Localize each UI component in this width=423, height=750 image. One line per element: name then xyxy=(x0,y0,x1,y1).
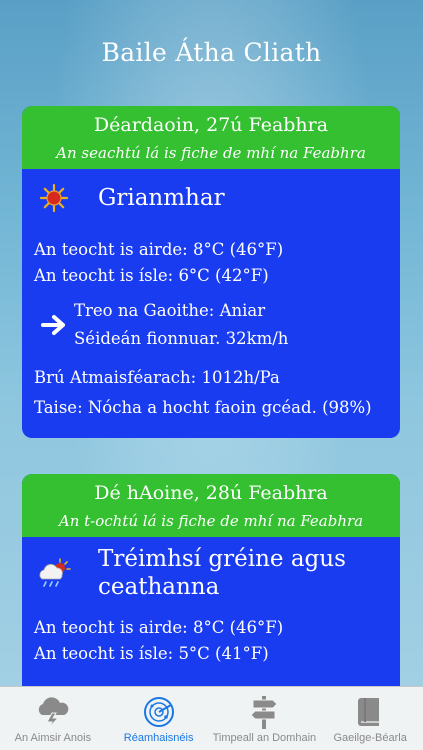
wind-speed: Séideán fionnuar. 32km/h xyxy=(74,329,289,348)
wind-row: Treo na Gaoithe: Aniar Séideán fionnuar.… xyxy=(34,297,388,353)
card-header: Déardaoin, 27ú Feabhra An seachtú lá is … xyxy=(22,106,400,169)
card-body: Grianmhar An teocht is airde: 8°C (46°F)… xyxy=(22,169,400,423)
storm-cloud-icon xyxy=(35,692,71,732)
tab-label: An Aimsir Anois xyxy=(14,732,92,744)
wind-info: Treo na Gaoithe: Aniar Séideán fionnuar.… xyxy=(74,297,288,353)
tab-current-weather[interactable]: An Aimsir Anois xyxy=(0,687,106,750)
forecast-card: Déardaoin, 27ú Feabhra An seachtú lá is … xyxy=(22,106,400,438)
card-date: Déardaoin, 27ú Feabhra xyxy=(93,114,329,136)
sun-cloud-rain-icon xyxy=(34,553,74,593)
temp-high: An teocht is airde: 8°C (46°F) xyxy=(34,240,284,259)
forecast-card: Dé hAoine, 28ú Feabhra An t-ochtú lá is … xyxy=(22,474,400,686)
book-icon xyxy=(356,692,384,732)
temp-low: An teocht is ísle: 6°C (42°F) xyxy=(34,266,269,285)
radar-icon xyxy=(142,692,176,732)
condition-text: Grianmhar xyxy=(98,185,225,211)
condition-line-1: Tréimhsí gréine agus xyxy=(98,546,346,572)
temp-low: An teocht is ísle: 5°C (41°F) xyxy=(34,644,269,663)
card-date-long: An seachtú lá is fiche de mhí na Feabhra xyxy=(56,144,366,162)
humidity: Taise: Nócha a hocht faoin gcéad. (98%) xyxy=(34,398,372,417)
page-title: Baile Átha Cliath xyxy=(101,38,322,67)
card-date: Dé hAoine, 28ú Feabhra xyxy=(94,482,328,504)
card-date-long: An t-ochtú lá is fiche de mhí na Feabhra xyxy=(58,512,364,530)
tab-forecast[interactable]: Réamhaisnéis xyxy=(106,687,212,750)
forecast-scroll[interactable]: Déardaoin, 27ú Feabhra An seachtú lá is … xyxy=(0,85,423,686)
condition-text: Tréimhsí gréine agus ceathanna xyxy=(98,545,346,601)
tab-label: Timpeall an Domhain xyxy=(212,732,317,744)
pressure: Brú Atmaisféarach: 1012h/Pa xyxy=(34,368,280,387)
tab-bar: An Aimsir Anois Réamhaisnéis Timpeall an… xyxy=(0,686,423,750)
condition-row: Tréimhsí gréine agus ceathanna xyxy=(34,537,388,609)
card-header: Dé hAoine, 28ú Feabhra An t-ochtú lá is … xyxy=(22,474,400,537)
sun-icon xyxy=(34,178,74,218)
card-body: Tréimhsí gréine agus ceathanna An teocht… xyxy=(22,537,400,667)
wind-direction: Treo na Gaoithe: Aniar xyxy=(74,301,266,320)
tab-label: Gaeilge-Béarla xyxy=(333,732,407,744)
header: Baile Átha Cliath xyxy=(0,0,423,85)
condition-row: Grianmhar xyxy=(34,169,388,227)
tab-label: Réamhaisnéis xyxy=(123,732,194,744)
arrow-right-icon xyxy=(34,314,74,336)
condition-line-2: ceathanna xyxy=(98,574,220,600)
temp-high: An teocht is airde: 8°C (46°F) xyxy=(34,618,284,637)
signpost-icon xyxy=(249,692,279,732)
tab-irish-english[interactable]: Gaeilge-Béarla xyxy=(317,687,423,750)
tab-around-the-world[interactable]: Timpeall an Domhain xyxy=(212,687,318,750)
